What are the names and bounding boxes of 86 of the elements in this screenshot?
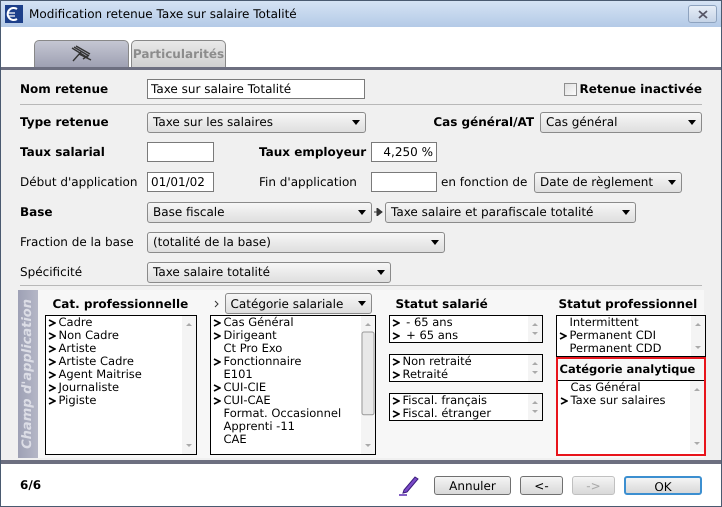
list-item[interactable]: Format. Occasionnel [210,407,360,420]
list-item[interactable]: Retraité [390,368,528,381]
list-item[interactable]: CUI-CIE [210,381,360,394]
dropdown[interactable]: Taxe salaire et parafiscale totalité [385,202,636,222]
arrow-icon [374,208,383,216]
dropdown[interactable]: Base fiscale [147,202,372,222]
list-item[interactable]: Apprenti -11 [210,420,360,433]
list-item[interactable]: Artiste Cadre [46,355,182,368]
page-counter: 6/6 [20,477,42,494]
field-label: Retenue inactivée [580,81,702,98]
section-title: Champ d'application [19,299,36,449]
list-item[interactable]: Cas Général [210,316,360,329]
list-item[interactable]: CAE [210,433,360,446]
caret-icon [358,301,366,306]
field-label: Nom retenue [20,81,110,98]
dialog-button[interactable]: Annuler [434,476,511,494]
scrollbar[interactable] [528,316,542,342]
dialog-button[interactable]: <- [520,476,563,494]
dropdown[interactable]: Catégorie salariale [224,293,372,314]
input-field[interactable] [147,142,214,162]
input-field[interactable]: Taxe sur salaire Totalité [147,79,365,99]
field-label: Fin d'application [259,174,358,191]
list-item[interactable]: Taxe sur salaires [558,394,690,407]
scrollbar[interactable] [182,316,196,454]
input-field[interactable] [371,172,437,192]
field-label: en fonction de [441,174,528,191]
field-label: Taux salarial [20,144,106,161]
field-label: Statut professionnel [558,296,698,312]
dropdown[interactable]: Taxe sur les salaires [147,112,366,132]
close-button[interactable] [688,5,717,23]
list-item[interactable]: Non retraité [390,355,528,368]
scrollbar[interactable] [690,316,704,356]
scrollbar[interactable] [360,316,374,454]
list-item[interactable]: Cadre [46,316,182,329]
checkbox[interactable] [564,82,577,96]
list-item[interactable]: Intermittent [556,316,690,329]
field-label: Spécificité [20,264,84,281]
list-item[interactable]: - 65 ans [390,316,528,329]
list-item[interactable]: Fiscal. français [390,394,528,407]
list-item[interactable]: CUI-CAE [210,394,360,407]
field-label: Taux employeur [259,144,368,161]
caret-icon [352,120,360,124]
dialog-button[interactable]: OK [624,476,702,494]
list-item[interactable]: Ct Pro Exo [210,342,360,355]
dropdown[interactable]: Taxe salaire totalité [147,262,391,282]
list-item[interactable]: Fonctionnaire [210,355,360,368]
field-label: Catégorie analytique [560,360,696,378]
list-item[interactable]: Cas Général [558,381,690,394]
field-label: Statut salarié [396,296,488,312]
dropdown[interactable]: Cas général [540,112,702,132]
app-logo-icon [5,5,23,23]
field-label: Type retenue [20,114,110,131]
list-item[interactable]: E101 [210,368,360,381]
scrollbar[interactable] [528,394,542,420]
list-item[interactable]: Artiste [46,342,182,355]
caret-icon [688,120,696,124]
chevron-icon [214,300,218,308]
list-item[interactable]: Non Cadre [46,329,182,342]
caret-icon [431,240,439,244]
list-item[interactable]: Agent Maitrise [46,368,182,381]
list-item[interactable]: + 65 ans [390,329,528,342]
scrollbar[interactable] [690,381,704,452]
scrollbar[interactable] [528,355,542,381]
input-field[interactable]: 01/01/02 [147,172,214,192]
list-item[interactable]: Permanent CDI [556,329,690,342]
field-label: Base [20,204,54,221]
list-item[interactable]: Dirigeant [210,329,360,342]
caret-icon [377,270,385,274]
list-item[interactable]: Journaliste [46,381,182,394]
caret-icon [668,180,676,184]
tab[interactable] [34,40,129,67]
field-label: Cat. professionnelle [52,296,188,312]
caret-icon [622,210,630,214]
list-item[interactable]: Permanent CDD [556,342,690,355]
window-title: Modification retenue Taxe sur salaire Totalité [29,6,298,23]
field-label: Début d'application [20,174,138,191]
list-item[interactable]: Pigiste [46,394,182,407]
input-field[interactable]: 4,250 % [371,142,437,162]
dropdown[interactable]: Date de règlement [534,172,682,192]
pencil-icon[interactable] [398,474,420,496]
caret-icon [358,210,366,214]
field-label: Fraction de la base [20,234,135,251]
close-icon [698,10,708,18]
list-item[interactable]: Fiscal. étranger [390,407,528,420]
dropdown[interactable]: (totalité de la base) [147,232,445,252]
field-label: Cas général/AT [433,114,534,131]
